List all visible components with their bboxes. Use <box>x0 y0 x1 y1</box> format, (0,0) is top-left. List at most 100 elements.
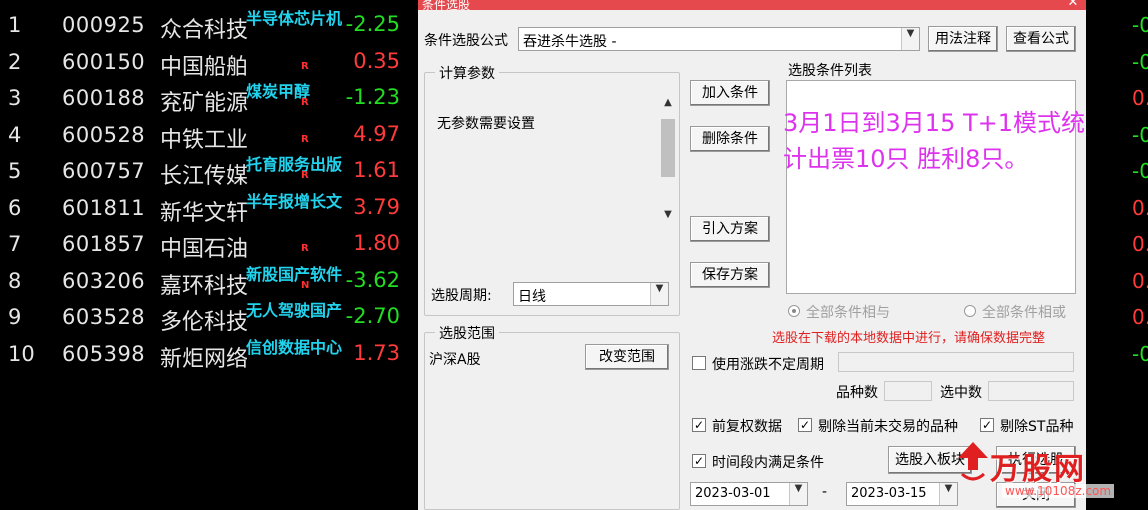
date-separator: - <box>822 484 828 500</box>
stock-name: 中国石油 <box>160 237 249 262</box>
pre-adjust-checkbox[interactable]: ✓ <box>692 418 706 432</box>
pre-adjust-label: 前复权数据 <box>712 419 782 435</box>
stock-row[interactable]: 2 600150 中国船舶 R 0.35 <box>0 45 418 82</box>
uncertain-period-field[interactable] <box>838 352 1074 372</box>
exclude-untraded-label: 剔除当前未交易的品种 <box>818 419 958 435</box>
change-percent: 4.97 <box>353 121 400 146</box>
dialog-titlebar[interactable]: 条件选股 ✕ <box>418 0 1086 12</box>
margin-mark: R <box>301 170 309 181</box>
view-formula-button[interactable]: 查看公式 <box>1006 26 1076 52</box>
date-from-value: 2023-03-01 <box>695 486 771 501</box>
stock-row[interactable]: 9 603528 多伦科技 无人驾驶国产 -2.70 <box>0 300 418 337</box>
concept-tag: 信创数据中心 <box>246 337 343 357</box>
stock-name: 新华文轩 <box>160 200 249 226</box>
change-percent: 1.61 <box>353 158 400 182</box>
stock-code: 000925 <box>62 13 146 37</box>
stock-list: 1 000925 众合科技 半导体芯片机 -2.25 2 600150 中国船舶 R 0.35 3 6… <box>0 8 418 373</box>
concept-tag: 新股国产软件 <box>246 264 343 284</box>
save-plan-button[interactable]: 保存方案 <box>690 262 770 288</box>
exclude-untraded-checkbox[interactable]: ✓ <box>798 418 812 432</box>
delete-condition-button[interactable]: 删除条件 <box>690 126 770 152</box>
row-index: 10 <box>8 341 35 366</box>
range-group: 选股范围 沪深A股 改变范围 <box>424 323 680 510</box>
params-scrollbar[interactable]: ▲ ▼ <box>659 97 677 225</box>
variety-count-label: 品种数 <box>836 385 878 401</box>
use-uncertain-period-checkbox[interactable] <box>692 356 706 370</box>
stock-row[interactable]: 5 600757 长江传媒 托育服务出版 R 1.61 <box>0 154 418 191</box>
stock-name: 新炬网络 <box>160 346 249 372</box>
usage-notes-button[interactable]: 用法注释 <box>928 26 998 52</box>
add-condition-button[interactable]: 加入条件 <box>690 80 770 106</box>
stock-row[interactable]: 10 605398 新炬网络 信创数据中心 1.73 <box>0 337 418 374</box>
row-index: 3 <box>8 86 22 110</box>
stock-row[interactable]: 4 600528 中铁工业 R 4.97 <box>0 118 418 155</box>
selected-count-field <box>988 381 1074 401</box>
period-label: 选股周期: <box>431 288 492 304</box>
use-uncertain-period-label: 使用涨跌不定周期 <box>712 357 824 373</box>
right-column-row: -0. <box>1086 8 1148 45</box>
right-column-value: -0. <box>1132 13 1148 37</box>
stock-code: 603528 <box>62 305 146 329</box>
condition-list[interactable]: 3月1日到3月15 T+1模式统 计出票10只 胜利8只。 <box>783 80 1085 294</box>
scroll-up-icon[interactable]: ▲ <box>659 97 677 113</box>
change-range-button[interactable]: 改变范围 <box>585 344 669 370</box>
change-percent: 1.80 <box>353 231 400 255</box>
stock-row[interactable]: 3 600188 兖矿能源 煤炭甲醇 R -1.23 <box>0 81 418 118</box>
change-percent: -1.23 <box>345 85 400 109</box>
chevron-down-icon[interactable]: ▼ <box>901 28 919 50</box>
selected-count-label: 选中数 <box>940 385 982 401</box>
stock-code: 603206 <box>62 268 146 293</box>
change-percent: -2.25 <box>345 12 400 36</box>
right-column-row: 0. <box>1086 227 1148 264</box>
row-index: 6 <box>8 195 22 220</box>
margin-mark: R <box>301 133 309 145</box>
variety-count-field <box>884 381 932 401</box>
watermark-text: 万股网 <box>990 452 1086 487</box>
import-plan-button[interactable]: 引入方案 <box>690 216 770 242</box>
stock-code: 601857 <box>62 232 146 256</box>
stock-code: 600757 <box>62 159 146 183</box>
stock-name: 长江传媒 <box>160 164 249 189</box>
stock-name: 中国船舶 <box>160 54 249 80</box>
stock-code: 600150 <box>62 49 146 74</box>
close-icon[interactable]: ✕ <box>1064 0 1082 10</box>
condition-list-label: 选股条件列表 <box>788 63 872 79</box>
right-column-row: -0. <box>1086 337 1148 374</box>
stock-name: 众合科技 <box>160 18 249 43</box>
date-to-value: 2023-03-15 <box>851 486 927 501</box>
stock-row[interactable]: 7 601857 中国石油 R 1.80 <box>0 227 418 264</box>
stock-row[interactable]: 8 603206 嘉环科技 新股国产软件 N -3.62 <box>0 264 418 301</box>
right-column-row: -0. <box>1086 45 1148 82</box>
stock-name: 嘉环科技 <box>160 273 249 299</box>
chevron-down-icon[interactable]: ▼ <box>789 483 807 505</box>
stock-row[interactable]: 1 000925 众合科技 半导体芯片机 -2.25 <box>0 8 418 45</box>
formula-value: 吞进杀牛选股 - <box>523 34 617 50</box>
all-and-radio[interactable] <box>788 305 800 317</box>
row-index: 8 <box>8 268 22 293</box>
all-or-radio[interactable] <box>964 305 976 317</box>
row-index: 4 <box>8 122 22 147</box>
params-group-title: 计算参数 <box>435 63 499 83</box>
watermark-logo: 万股网 www.10108z.com <box>952 434 1148 510</box>
margin-mark: R <box>301 243 309 254</box>
formula-select[interactable]: 吞进杀牛选股 - ▼ <box>518 27 920 51</box>
time-range-checkbox[interactable]: ✓ <box>692 454 706 468</box>
date-from-picker[interactable]: 2023-03-01 ▼ <box>690 482 808 506</box>
change-percent: -2.70 <box>345 304 400 328</box>
concept-tag: 无人驾驶国产 <box>246 301 343 320</box>
exclude-st-checkbox[interactable]: ✓ <box>980 418 994 432</box>
exclude-st-label: 剔除ST品种 <box>1000 419 1074 435</box>
change-percent: 3.79 <box>353 194 400 219</box>
dialog-title: 条件选股 <box>422 0 471 12</box>
date-to-picker[interactable]: 2023-03-15 ▼ <box>846 482 958 506</box>
scroll-thumb[interactable] <box>661 119 675 177</box>
concept-tag: 半年报增长文 <box>246 191 343 211</box>
range-value: 沪深A股 <box>429 352 481 368</box>
right-column-row: 0. <box>1086 191 1148 228</box>
stock-row[interactable]: 6 601811 新华文轩 半年报增长文 3.79 <box>0 191 418 228</box>
period-select[interactable]: 日线 ▼ <box>513 282 669 306</box>
annotation-line-2: 计出票10只 胜利8只。 <box>783 145 1029 173</box>
chevron-down-icon[interactable]: ▼ <box>650 283 668 305</box>
stock-name: 多伦科技 <box>160 310 249 335</box>
scroll-down-icon[interactable]: ▼ <box>659 209 677 225</box>
